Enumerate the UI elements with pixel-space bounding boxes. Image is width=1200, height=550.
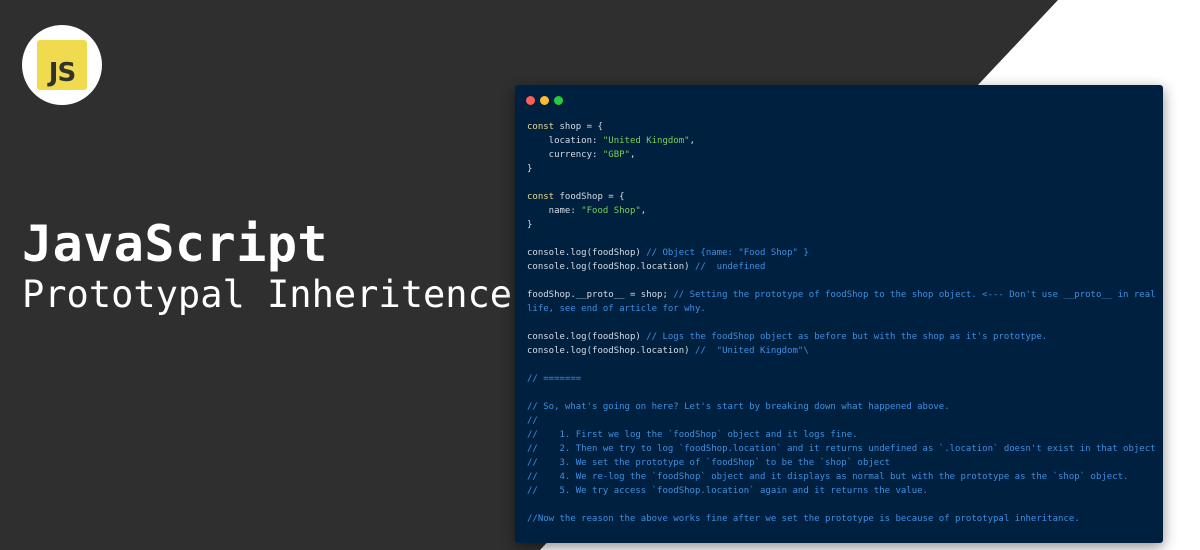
code-line: const shop = { [527, 120, 1157, 134]
code-token-plain: foodShop.__proto__ = shop; [527, 290, 674, 300]
code-token-plain: shop = { [554, 122, 603, 132]
minimize-dot-icon [540, 96, 549, 105]
code-token-comment: // undefined [694, 262, 766, 272]
code-line: } [527, 218, 1157, 232]
code-token-plain: console.log(foodShop.location) [527, 346, 695, 356]
code-token-comment: // Object {name: "Food Shop" } [646, 248, 809, 258]
code-token-plain: console.log(foodShop.location) [527, 262, 695, 272]
close-dot-icon [526, 96, 535, 105]
code-line: const foodShop = { [527, 190, 1157, 204]
code-token-comment: // 4. We re-log the `foodShop` object an… [527, 472, 1129, 482]
page-subtitle: Prototypal Inheritence [22, 273, 513, 316]
code-line: //Now the reason the above works fine af… [527, 512, 1157, 526]
code-token-plain: console.log(foodShop) [527, 332, 647, 342]
code-line: // 1. First we log the `foodShop` object… [527, 428, 1157, 442]
code-line: // 2. Then we try to log `foodShop.locat… [527, 442, 1157, 456]
code-token-plain: , [689, 136, 695, 146]
code-line: name: "Food Shop", [527, 204, 1157, 218]
code-token-plain: , [640, 206, 647, 216]
code-token-plain: , [629, 150, 636, 160]
code-token-plain: name: [527, 206, 582, 216]
code-token-plain: foodShop = { [554, 192, 625, 202]
code-token-comment: // 5. We try access `foodShop.location` … [527, 486, 928, 496]
code-token-comment: // 2. Then we try to log `foodShop.locat… [527, 444, 1156, 454]
logo-text: JS [48, 58, 76, 88]
code-token-plain: console.log(foodShop) [527, 248, 647, 258]
js-logo-icon: JS [37, 40, 87, 90]
code-line: location: "United Kingdom", [527, 134, 1157, 148]
code-line: console.log(foodShop.location) // undefi… [527, 260, 1157, 274]
code-line: console.log(foodShop) // Object {name: "… [527, 246, 1157, 260]
page-title: JavaScript [22, 215, 329, 273]
code-token-keyword: const [527, 192, 555, 202]
code-line: currency: "GBP", [527, 148, 1157, 162]
code-block: const shop = { location: "United Kingdom… [527, 120, 1157, 526]
code-token-comment: // "United Kingdom"\ [694, 346, 809, 356]
code-line: // [527, 414, 1157, 428]
code-token-plain: } [527, 220, 533, 230]
code-line: foodShop.__proto__ = shop; // Setting th… [527, 288, 1157, 302]
code-line: life, see end of article for why. [527, 302, 1157, 316]
code-line: console.log(foodShop) // Logs the foodSh… [527, 330, 1157, 344]
code-token-comment: //Now the reason the above works fine af… [527, 514, 1080, 524]
code-line: // 4. We re-log the `foodShop` object an… [527, 470, 1157, 484]
maximize-dot-icon [554, 96, 563, 105]
code-line: console.log(foodShop.location) // "Unite… [527, 344, 1157, 358]
code-token-comment: // ======= [527, 374, 582, 384]
code-token-comment: life, see end of article for why. [527, 304, 706, 314]
code-token-comment: // 1. First we log the `foodShop` object… [527, 430, 858, 440]
code-line: // 3. We set the prototype of `foodShop`… [527, 456, 1157, 470]
code-line: // So, what's going on here? Let's start… [527, 400, 1157, 414]
code-window: const shop = { location: "United Kingdom… [515, 85, 1163, 543]
code-token-comment: // Logs the foodShop object as before bu… [646, 332, 1048, 342]
code-token-keyword: const [527, 122, 555, 132]
window-controls [526, 96, 568, 105]
code-token-string: "Food Shop" [581, 206, 641, 216]
code-token-comment: // 3. We set the prototype of `foodShop`… [527, 458, 891, 468]
code-token-plain: } [527, 164, 533, 174]
code-token-string: "United Kingdom" [602, 136, 690, 146]
code-token-plain: location: [527, 136, 603, 146]
code-token-string: "GBP" [602, 150, 630, 160]
code-line: } [527, 162, 1157, 176]
code-token-comment: // Setting the prototype of foodShop to … [673, 290, 1156, 300]
code-token-comment: // So, what's going on here? Let's start… [527, 402, 950, 412]
code-token-plain: currency: [527, 150, 603, 160]
code-line: // ======= [527, 372, 1157, 386]
code-line: // 5. We try access `foodShop.location` … [527, 484, 1157, 498]
code-token-comment: // [527, 416, 538, 426]
